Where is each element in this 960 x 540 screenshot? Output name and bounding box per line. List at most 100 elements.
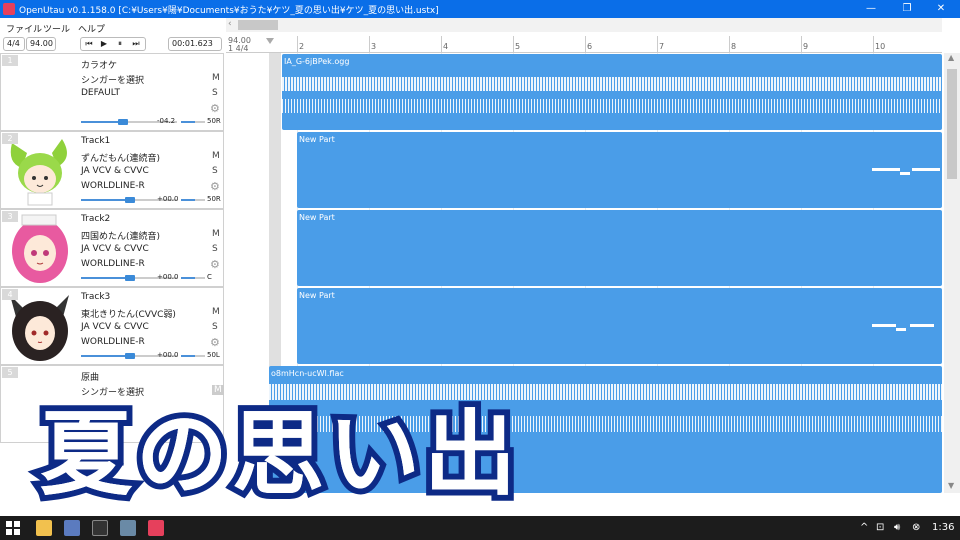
pan-slider[interactable] bbox=[181, 355, 205, 357]
track-number: 4 bbox=[2, 289, 18, 300]
pan-value: 50R bbox=[207, 195, 221, 203]
volume-value: +00.0 bbox=[157, 351, 179, 359]
track-name[interactable]: カラオケ bbox=[81, 58, 117, 71]
solo-button[interactable]: S bbox=[212, 88, 218, 98]
app-icon[interactable] bbox=[64, 520, 80, 536]
mute-button[interactable]: M bbox=[212, 229, 220, 239]
scroll-down-icon[interactable]: ▼ bbox=[948, 481, 954, 490]
volume-icon[interactable]: 🔊︎ bbox=[894, 522, 900, 533]
position-display: 00:01.623 bbox=[168, 37, 222, 51]
track-header[interactable]: 4 Track3 東北きりたん(CVVC弱) JA VCV & CVVC WOR… bbox=[0, 287, 224, 365]
bar-label: 9 bbox=[803, 42, 809, 51]
bar-label: 8 bbox=[731, 42, 737, 51]
timeline-ruler[interactable]: 94.00 1 4/4 2 3 4 5 6 7 8 9 10 bbox=[226, 36, 942, 53]
terminal-icon[interactable] bbox=[92, 520, 108, 536]
solo-button[interactable]: S bbox=[212, 244, 218, 254]
wave-part[interactable]: IA_G-6jBPek.ogg bbox=[282, 54, 942, 130]
singer-select[interactable]: ずんだもん(連続音) bbox=[81, 151, 160, 164]
part-label: o8mHcn-ucWI.flac bbox=[271, 369, 344, 378]
metan-avatar bbox=[2, 211, 77, 285]
mute-button[interactable]: M bbox=[212, 307, 220, 317]
close-button[interactable]: ✕ bbox=[926, 0, 956, 18]
skip-forward-icon[interactable]: ⏭ bbox=[131, 39, 141, 49]
pan-slider[interactable] bbox=[181, 199, 205, 201]
bar-label: 10 bbox=[875, 42, 886, 51]
singer-select[interactable]: シンガーを選択 bbox=[81, 73, 144, 86]
bar-label: 7 bbox=[659, 42, 665, 51]
volume-value: -04.2 bbox=[157, 117, 176, 125]
solo-button[interactable]: S bbox=[212, 322, 218, 332]
taskbar: ^ ⊡ 🔊︎ ⊗ 1:36 bbox=[0, 516, 960, 540]
track-name[interactable]: Track1 bbox=[81, 136, 110, 146]
gear-icon[interactable]: ⚙ bbox=[210, 102, 220, 115]
menu-help[interactable]: ヘルプ bbox=[78, 22, 105, 35]
notification-icon[interactable]: ⊗ bbox=[912, 522, 920, 533]
renderer-select[interactable]: WORLDLINE-R bbox=[81, 337, 145, 347]
kiritan-avatar bbox=[2, 289, 77, 363]
timeline-ts-label: 1 4/4 bbox=[228, 44, 249, 53]
track-number: 5 bbox=[2, 367, 18, 378]
pan-slider[interactable] bbox=[181, 121, 205, 123]
phonemizer-select[interactable]: DEFAULT bbox=[81, 88, 120, 98]
pan-value: 50L bbox=[207, 351, 220, 359]
mute-button[interactable]: M bbox=[212, 73, 220, 83]
playhead-marker[interactable] bbox=[266, 38, 274, 44]
solo-button[interactable]: S bbox=[212, 166, 218, 176]
mute-button[interactable]: M bbox=[212, 151, 220, 161]
app-window: OpenUtau v0.1.158.0 [C:¥Users¥陽¥Document… bbox=[0, 0, 960, 540]
voice-part[interactable]: New Part bbox=[297, 132, 942, 208]
renderer-select[interactable]: WORLDLINE-R bbox=[81, 259, 145, 269]
tray-expand-icon[interactable]: ^ bbox=[860, 522, 868, 533]
network-icon[interactable]: ⊡ bbox=[876, 522, 884, 533]
gear-icon[interactable]: ⚙ bbox=[210, 258, 220, 271]
bar-label: 3 bbox=[371, 42, 377, 51]
title-bar: OpenUtau v0.1.158.0 [C:¥Users¥陽¥Document… bbox=[0, 0, 960, 18]
gear-icon[interactable]: ⚙ bbox=[210, 180, 220, 193]
track-header[interactable]: 3 Track2 四国めたん(連続音) JA VCV & CVVC WORLDL… bbox=[0, 209, 224, 287]
track-header[interactable]: 2 Track1 ずんだもん(連続音) JA VCV & CVVC WORLDL… bbox=[0, 131, 224, 209]
app-icon[interactable] bbox=[120, 520, 136, 536]
singer-select[interactable]: 東北きりたん(CVVC弱) bbox=[81, 307, 176, 320]
play-icon[interactable]: ▶ bbox=[99, 39, 109, 49]
pan-slider[interactable] bbox=[181, 277, 205, 279]
horizontal-scroll-thumb[interactable] bbox=[238, 20, 278, 30]
track-name[interactable]: Track3 bbox=[81, 292, 110, 302]
track-header[interactable]: 1 カラオケ シンガーを選択 DEFAULT M S ⚙ -04.2 50R bbox=[0, 53, 224, 131]
volume-value: +00.0 bbox=[157, 195, 179, 203]
voice-part[interactable]: New Part bbox=[297, 210, 942, 286]
singer-select[interactable]: 四国めたん(連続音) bbox=[81, 229, 160, 242]
phonemizer-select[interactable]: JA VCV & CVVC bbox=[81, 166, 149, 176]
phonemizer-select[interactable]: JA VCV & CVVC bbox=[81, 322, 149, 332]
part-label: New Part bbox=[299, 135, 335, 144]
vertical-scrollbar[interactable]: ▲ ▼ bbox=[944, 53, 960, 493]
skip-back-icon[interactable]: ⏮ bbox=[84, 39, 94, 49]
scroll-left-icon[interactable]: ‹ bbox=[228, 19, 232, 29]
menu-tools[interactable]: ツール bbox=[43, 22, 70, 35]
phonemizer-select[interactable]: JA VCV & CVVC bbox=[81, 244, 149, 254]
gear-icon[interactable]: ⚙ bbox=[210, 336, 220, 349]
time-signature-box[interactable]: 4/4 bbox=[3, 37, 25, 51]
horizontal-scrollbar[interactable]: ‹ bbox=[226, 18, 942, 32]
openutau-app-icon bbox=[3, 3, 15, 15]
menu-file[interactable]: ファイル bbox=[6, 22, 42, 35]
bpm-box[interactable]: 94.00 bbox=[26, 37, 56, 51]
renderer-select[interactable]: WORLDLINE-R bbox=[81, 181, 145, 191]
track-name[interactable]: Track2 bbox=[81, 214, 110, 224]
voice-part[interactable]: New Part bbox=[297, 288, 942, 364]
file-explorer-icon[interactable] bbox=[36, 520, 52, 536]
vertical-scroll-thumb[interactable] bbox=[947, 69, 957, 179]
part-label: New Part bbox=[299, 213, 335, 222]
maximize-button[interactable]: ❐ bbox=[892, 0, 922, 18]
bar-label: 5 bbox=[515, 42, 521, 51]
windows-start-icon[interactable] bbox=[6, 521, 20, 535]
bar-label: 4 bbox=[443, 42, 449, 51]
part-label: IA_G-6jBPek.ogg bbox=[284, 57, 350, 66]
transport-bar: 4/4 94.00 ⏮ ▶ ⏸ ⏭ 00:01.623 bbox=[0, 36, 226, 53]
minimize-button[interactable]: — bbox=[856, 0, 886, 18]
zundamon-avatar bbox=[2, 133, 77, 207]
overlay-title: 夏の思い出 bbox=[40, 401, 521, 508]
openutau-taskbar-icon[interactable] bbox=[148, 520, 164, 536]
part-label: New Part bbox=[299, 291, 335, 300]
scroll-up-icon[interactable]: ▲ bbox=[948, 53, 954, 62]
pause-icon[interactable]: ⏸ bbox=[115, 39, 125, 49]
